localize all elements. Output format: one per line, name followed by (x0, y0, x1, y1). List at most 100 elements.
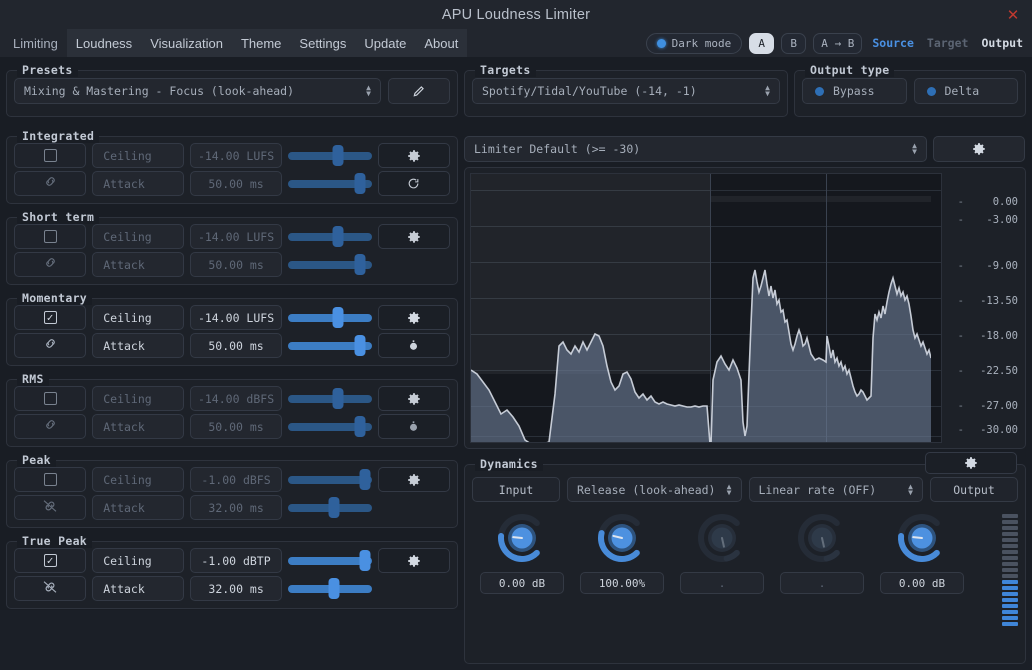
routing-output-tab[interactable]: Output (978, 36, 1026, 50)
menu-item-loudness[interactable]: Loudness (67, 29, 141, 57)
meter-enable-checkbox[interactable] (14, 305, 86, 330)
slider-thumb[interactable] (329, 578, 340, 599)
attack-value[interactable]: 32.00 ms (190, 576, 282, 601)
linear-rate-select[interactable]: Linear rate (OFF) ▲▼ (749, 477, 924, 502)
attack-slider[interactable] (288, 333, 372, 358)
slider-thumb[interactable] (333, 226, 344, 247)
ceiling-settings-gear-icon[interactable] (378, 548, 450, 573)
ceiling-slider[interactable] (288, 143, 372, 168)
dynamics-input-button[interactable]: Input (472, 477, 560, 502)
bypass-button[interactable]: Bypass (802, 78, 907, 104)
slider-thumb[interactable] (333, 307, 344, 328)
ceiling-value[interactable]: -14.00 LUFS (190, 305, 282, 330)
ceiling-value[interactable]: -1.00 dBTP (190, 548, 282, 573)
ceiling-slider[interactable] (288, 305, 372, 330)
ceiling-label[interactable]: Ceiling (92, 305, 184, 330)
ceiling-slider[interactable] (288, 224, 372, 249)
dynamics-settings-gear-icon[interactable] (925, 452, 1017, 474)
attack-value[interactable]: 50.00 ms (190, 252, 282, 277)
ceiling-label[interactable]: Ceiling (92, 467, 184, 492)
link-toggle-button[interactable] (14, 333, 86, 358)
ceiling-settings-gear-icon[interactable] (378, 224, 450, 249)
dynamics-knob-1[interactable] (596, 512, 648, 564)
routing-target-tab[interactable]: Target (924, 36, 972, 50)
menu-item-theme[interactable]: Theme (232, 29, 290, 57)
dynamics-knob-0[interactable] (496, 512, 548, 564)
ceiling-value[interactable]: -14.00 LUFS (190, 143, 282, 168)
menu-item-limiting[interactable]: Limiting (4, 29, 67, 57)
ceiling-label[interactable]: Ceiling (92, 143, 184, 168)
attack-value[interactable]: 50.00 ms (190, 333, 282, 358)
attack-value[interactable]: 50.00 ms (190, 414, 282, 439)
ceiling-slider[interactable] (288, 467, 372, 492)
attack-slider[interactable] (288, 414, 372, 439)
limiter-mode-select[interactable]: Limiter Default (>= -30) ▲▼ (464, 136, 927, 162)
slider-thumb[interactable] (333, 145, 344, 166)
slider-thumb[interactable] (329, 497, 340, 518)
routing-source-tab[interactable]: Source (869, 36, 917, 50)
ceiling-settings-gear-icon[interactable] (378, 386, 450, 411)
ceiling-slider[interactable] (288, 548, 372, 573)
attack-value[interactable]: 32.00 ms (190, 495, 282, 520)
slider-thumb[interactable] (355, 416, 366, 437)
slider-thumb[interactable] (360, 550, 371, 571)
attack-label[interactable]: Attack (92, 414, 184, 439)
slider-thumb[interactable] (333, 388, 344, 409)
slider-thumb[interactable] (355, 173, 366, 194)
dynamics-knob-2[interactable] (696, 512, 748, 564)
ceiling-value[interactable]: -14.00 LUFS (190, 224, 282, 249)
ceiling-label[interactable]: Ceiling (92, 548, 184, 573)
dynamics-knob-value-3[interactable]: . (780, 572, 864, 594)
ceiling-settings-gear-icon[interactable] (378, 305, 450, 330)
attack-action-stopwatch-icon[interactable] (378, 414, 450, 439)
dark-mode-toggle[interactable]: Dark mode (646, 33, 743, 54)
attack-slider[interactable] (288, 495, 372, 520)
close-icon[interactable]: ✕ (1002, 5, 1024, 25)
ceiling-label[interactable]: Ceiling (92, 224, 184, 249)
preset-slot-a-button[interactable]: A (749, 33, 774, 54)
dynamics-output-button[interactable]: Output (930, 477, 1018, 502)
attack-action-reset-icon[interactable] (378, 171, 450, 196)
menu-item-settings[interactable]: Settings (290, 29, 355, 57)
link-toggle-button[interactable] (14, 495, 86, 520)
dynamics-knob-3[interactable] (796, 512, 848, 564)
meter-enable-checkbox[interactable] (14, 224, 86, 249)
pencil-icon[interactable] (388, 78, 450, 104)
link-toggle-button[interactable] (14, 576, 86, 601)
release-mode-select[interactable]: Release (look-ahead) ▲▼ (567, 477, 742, 502)
meter-enable-checkbox[interactable] (14, 143, 86, 168)
attack-label[interactable]: Attack (92, 333, 184, 358)
meter-enable-checkbox[interactable] (14, 548, 86, 573)
link-toggle-button[interactable] (14, 252, 86, 277)
dynamics-knob-value-0[interactable]: 0.00 dB (480, 572, 564, 594)
menu-item-update[interactable]: Update (355, 29, 415, 57)
attack-action-stopwatch-icon[interactable] (378, 333, 450, 358)
attack-label[interactable]: Attack (92, 576, 184, 601)
attack-label[interactable]: Attack (92, 495, 184, 520)
target-select[interactable]: Spotify/Tidal/YouTube (-14, -1) ▲▼ (472, 78, 780, 104)
preset-slot-b-button[interactable]: B (781, 33, 806, 54)
slider-thumb[interactable] (355, 335, 366, 356)
attack-value[interactable]: 50.00 ms (190, 171, 282, 196)
ceiling-settings-gear-icon[interactable] (378, 143, 450, 168)
graph-settings-gear-icon[interactable] (933, 136, 1025, 162)
slider-thumb[interactable] (355, 254, 366, 275)
delta-button[interactable]: Delta (914, 78, 1019, 104)
link-toggle-button[interactable] (14, 414, 86, 439)
link-toggle-button[interactable] (14, 171, 86, 196)
copy-a-to-b-button[interactable]: A → B (813, 33, 862, 54)
ceiling-settings-gear-icon[interactable] (378, 467, 450, 492)
menu-item-visualization[interactable]: Visualization (141, 29, 232, 57)
loudness-graph-plot[interactable] (470, 173, 942, 443)
ceiling-label[interactable]: Ceiling (92, 386, 184, 411)
slider-thumb[interactable] (360, 469, 371, 490)
meter-enable-checkbox[interactable] (14, 467, 86, 492)
preset-select[interactable]: Mixing & Mastering - Focus (look-ahead) … (14, 78, 381, 104)
attack-slider[interactable] (288, 171, 372, 196)
attack-slider[interactable] (288, 252, 372, 277)
dynamics-knob-4[interactable] (896, 512, 948, 564)
ceiling-value[interactable]: -14.00 dBFS (190, 386, 282, 411)
dynamics-knob-value-4[interactable]: 0.00 dB (880, 572, 964, 594)
dynamics-knob-value-2[interactable]: . (680, 572, 764, 594)
ceiling-value[interactable]: -1.00 dBFS (190, 467, 282, 492)
